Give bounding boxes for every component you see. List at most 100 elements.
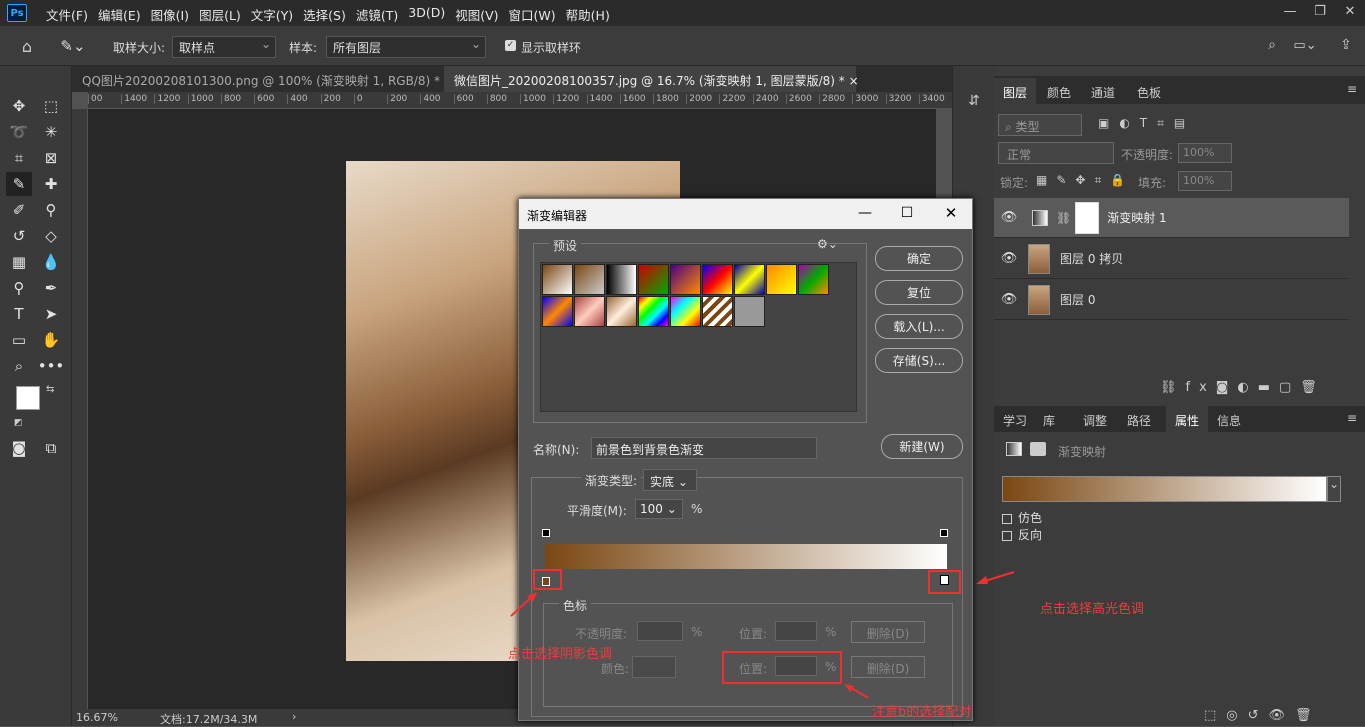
panel-menu-icon[interactable]: ≡ [1347, 411, 1357, 425]
sample-size-select[interactable]: 取样点 [172, 36, 276, 58]
gradient-tool-icon[interactable]: ▦ [6, 250, 32, 274]
history-brush-icon[interactable]: ↺ [6, 224, 32, 248]
visibility-eye-icon[interactable]: 👁 [998, 210, 1020, 225]
type-tool-icon[interactable]: T [6, 302, 32, 326]
layer-mask-thumbnail[interactable] [1075, 201, 1100, 234]
home-icon[interactable]: ⌂ [16, 35, 38, 57]
mask-icon[interactable] [1030, 442, 1046, 456]
brush-tool-icon[interactable]: ✐ [6, 198, 32, 222]
dodge-tool-icon[interactable]: ⚲ [6, 276, 32, 300]
minimize-icon[interactable]: — [1275, 0, 1305, 22]
menu-file[interactable]: 文件(F) [46, 5, 88, 24]
preset-swatch[interactable] [638, 296, 669, 327]
preset-swatch[interactable] [702, 264, 733, 295]
zoom-level[interactable]: 16.67% [76, 711, 118, 724]
show-ring-checkbox[interactable]: ✓ [505, 40, 516, 51]
properties-actions-icons[interactable]: ⬚◎↺👁🗑 [1204, 708, 1322, 723]
stop-color-swatch[interactable] [632, 656, 676, 678]
preset-swatch[interactable] [734, 296, 765, 327]
sample-select[interactable]: 所有图层 [326, 36, 486, 58]
tab-libraries[interactable]: 库 [1034, 406, 1064, 432]
tab-info[interactable]: 信息 [1208, 406, 1250, 432]
close-icon[interactable]: ✕ [941, 203, 961, 223]
chevron-down-icon[interactable]: ⌄ [1327, 476, 1341, 502]
eraser-tool-icon[interactable]: ◇ [38, 224, 64, 248]
healing-brush-icon[interactable]: ✚ [38, 172, 64, 196]
preset-swatch[interactable] [542, 296, 573, 327]
lock-icons[interactable]: ▦✎✥⌗🔒 [1036, 173, 1134, 188]
dither-checkbox[interactable] [1002, 513, 1012, 524]
opacity-stop-right[interactable] [940, 529, 948, 537]
preset-swatch[interactable] [702, 296, 733, 327]
tab-qq-image[interactable]: QQ图片20200208101300.png @ 100% (渐变映射 1, R… [72, 66, 454, 92]
preset-swatch[interactable] [606, 296, 637, 327]
preset-swatch[interactable] [574, 264, 605, 295]
pen-tool-icon[interactable]: ✒ [38, 276, 64, 300]
visibility-eye-icon[interactable]: 👁 [998, 251, 1020, 266]
stop-opacity-input[interactable] [637, 621, 683, 641]
preset-swatch[interactable] [670, 264, 701, 295]
menu-filter[interactable]: 滤镜(T) [356, 5, 398, 24]
screen-mode-icon[interactable]: ⧉ [38, 436, 64, 460]
close-tab-icon[interactable]: × [849, 74, 859, 88]
delete-opacity-stop-button[interactable]: 删除(D) [851, 621, 925, 643]
menu-window[interactable]: 窗口(W) [509, 5, 556, 24]
menu-view[interactable]: 视图(V) [455, 5, 498, 24]
rectangle-tool-icon[interactable]: ▭ [6, 328, 32, 352]
menu-type[interactable]: 文字(Y) [251, 5, 293, 24]
restore-icon[interactable]: ❐ [1305, 0, 1335, 22]
layer-kind-filter[interactable]: ⌕ 类型 [998, 114, 1082, 136]
delete-color-stop-button[interactable]: 删除(D) [851, 656, 925, 678]
gradient-name-input[interactable]: 前景色到背景色渐变 [591, 437, 817, 459]
layer-name[interactable]: 图层 0 拷贝 [1060, 250, 1123, 267]
gear-icon[interactable]: ⚙⌄ [817, 237, 838, 251]
blend-mode-select[interactable]: 正常 [998, 142, 1114, 164]
stamp-tool-icon[interactable]: ⚲ [38, 198, 64, 222]
menu-3d[interactable]: 3D(D) [408, 5, 445, 24]
blur-tool-icon[interactable]: 💧 [38, 250, 64, 274]
search-icon[interactable]: ⌕ [1262, 35, 1282, 55]
layer-filter-icons[interactable]: ▣◐T⌗▤ [1098, 116, 1195, 131]
panel-menu-icon[interactable]: ≡ [1347, 82, 1357, 96]
eyedropper-tool-icon[interactable]: ✎ [6, 172, 32, 196]
gradient-map-preview[interactable] [1002, 476, 1327, 502]
tab-color[interactable]: 颜色 [1038, 78, 1080, 104]
tab-wechat-image[interactable]: 微信图片_20200208100357.jpg @ 16.7% (渐变映射 1,… [444, 66, 859, 92]
preset-swatch[interactable] [606, 264, 637, 295]
layer-name[interactable]: 图层 0 [1060, 291, 1095, 308]
new-button[interactable]: 新建(W) [881, 434, 963, 459]
menu-layer[interactable]: 图层(L) [199, 5, 241, 24]
layer-row[interactable]: 👁 ⛓ 渐变映射 1 [994, 198, 1349, 238]
history-panel-icon[interactable]: ⇵ [963, 90, 985, 112]
magic-wand-icon[interactable]: ✳ [38, 120, 64, 144]
minimize-icon[interactable]: — [855, 203, 875, 223]
opacity-input[interactable]: 100% [1178, 143, 1232, 163]
quick-mask-icon[interactable]: ◙ [6, 436, 32, 460]
reset-button[interactable]: 复位 [875, 280, 963, 305]
marquee-tool-icon[interactable]: ⬚ [38, 94, 64, 118]
crop-tool-icon[interactable]: ⌗ [6, 146, 32, 170]
tab-channels[interactable]: 通道 [1082, 78, 1124, 104]
preset-swatch[interactable] [734, 264, 765, 295]
eyedropper-preset-icon[interactable]: ✎⌄ [58, 35, 88, 57]
tab-swatches[interactable]: 色板 [1128, 78, 1170, 104]
tab-paths[interactable]: 路径 [1118, 406, 1160, 432]
layer-row[interactable]: 👁 图层 0 拷贝 [994, 239, 1349, 279]
hand-tool-icon[interactable]: ✋ [38, 328, 64, 352]
move-tool-icon[interactable]: ✥ [6, 94, 32, 118]
reverse-option[interactable]: 反向 [1002, 526, 1042, 543]
gradient-type-select[interactable]: 实底 ⌄ [643, 469, 697, 491]
path-select-icon[interactable]: ➤ [38, 302, 64, 326]
menu-image[interactable]: 图像(I) [151, 5, 189, 24]
tab-learn[interactable]: 学习 [994, 406, 1036, 432]
fill-input[interactable]: 100% [1178, 171, 1232, 191]
default-colors-icon[interactable]: ◩ [14, 418, 23, 428]
maximize-icon[interactable]: ☐ [897, 203, 917, 223]
dither-option[interactable]: 仿色 [1002, 509, 1042, 526]
preset-swatch[interactable] [798, 264, 829, 295]
load-button[interactable]: 载入(L)... [875, 314, 963, 339]
link-icon[interactable]: ⛓ [1056, 211, 1071, 225]
reverse-checkbox[interactable] [1002, 530, 1012, 541]
zoom-tool-icon[interactable]: ⌕ [6, 354, 32, 378]
more-tools-icon[interactable]: ••• [38, 354, 65, 378]
